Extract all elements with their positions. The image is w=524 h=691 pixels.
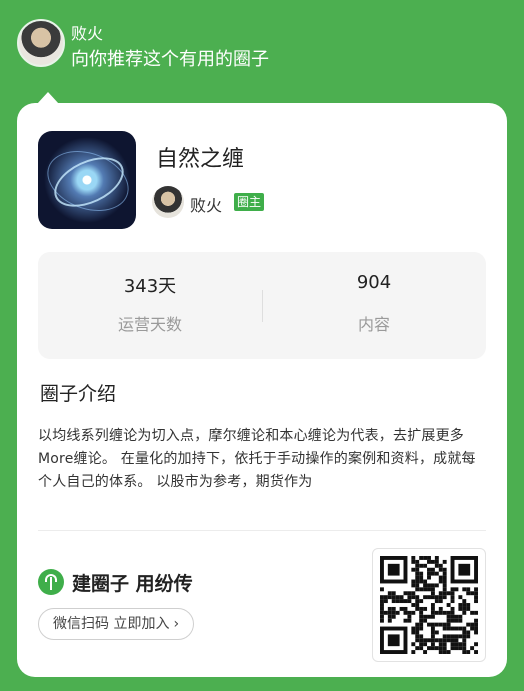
join-button[interactable]: 微信扫码 立即加入 › xyxy=(38,608,195,640)
owner-name: 败火 xyxy=(190,196,223,215)
owner-avatar xyxy=(152,186,184,218)
join-label: 微信扫码 立即加入 xyxy=(53,616,170,632)
intro-heading: 圈子介绍 xyxy=(40,383,117,405)
intro-text: 以均线系列缠论为切入点，摩尔缠论和本心缠论为代表，去扩展更多More缠论。 在量… xyxy=(38,428,476,490)
stat-label: 内容 xyxy=(357,315,390,334)
circle-cover-image xyxy=(38,131,136,229)
card-pointer xyxy=(37,92,59,104)
share-header: 败火 向你推荐这个有用的圈子 xyxy=(17,19,507,71)
sharer-avatar[interactable] xyxy=(17,19,65,67)
circle-card: 自然之缠 败火 圈主 343天 运营天数 904 内容 圈子介绍 以均线系列缠论… xyxy=(17,92,507,677)
stat-content-count: 904 内容 xyxy=(262,252,486,359)
stat-operating-days: 343天 运营天数 xyxy=(38,252,262,359)
divider xyxy=(38,530,486,531)
qr-code[interactable] xyxy=(372,548,486,662)
stats-panel: 343天 运营天数 904 内容 xyxy=(38,252,486,359)
sharer-name: 败火 xyxy=(71,24,104,43)
fenchuan-logo-icon xyxy=(38,569,64,595)
slogan: 建圈子 用纷传 xyxy=(72,573,193,595)
chevron-right-icon: › xyxy=(173,616,180,632)
stat-value: 904 xyxy=(356,272,392,293)
qr-code-icon xyxy=(380,556,478,654)
share-message: 向你推荐这个有用的圈子 xyxy=(71,49,269,70)
owner-badge: 圈主 xyxy=(234,193,265,211)
stat-value: 343天 xyxy=(123,276,177,297)
stat-label: 运营天数 xyxy=(117,315,182,334)
circle-title: 自然之缠 xyxy=(156,147,245,172)
